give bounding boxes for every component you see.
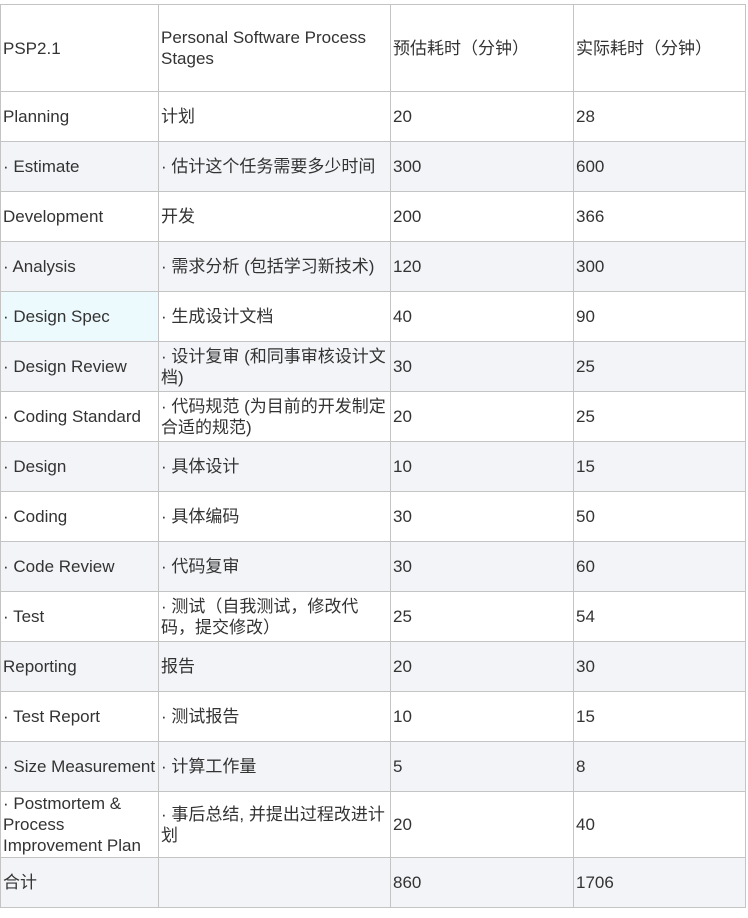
stage-cell: Reporting bbox=[0, 641, 159, 692]
actual-cell: 15 bbox=[573, 691, 746, 742]
estimated-cell: 10 bbox=[390, 441, 574, 492]
table-row: · Postmortem & Process Improvement Plan … bbox=[0, 791, 746, 858]
stage-cell: · Code Review bbox=[0, 541, 159, 592]
stage-desc-cell: · 代码规范 (为目前的开发制定合适的规范) bbox=[158, 391, 391, 442]
stage-cell-selected[interactable]: · Design Spec bbox=[0, 291, 159, 342]
estimated-cell: 20 bbox=[390, 641, 574, 692]
estimated-cell: 25 bbox=[390, 591, 574, 642]
total-desc-cell bbox=[158, 857, 391, 908]
table-row: · Analysis · 需求分析 (包括学习新技术) 120 300 bbox=[0, 241, 746, 292]
estimated-cell: 20 bbox=[390, 91, 574, 142]
header-cell-actual: 实际耗时（分钟） bbox=[573, 4, 746, 92]
actual-cell: 54 bbox=[573, 591, 746, 642]
stage-desc-cell: · 具体设计 bbox=[158, 441, 391, 492]
stage-desc-cell: · 计算工作量 bbox=[158, 741, 391, 792]
actual-cell: 50 bbox=[573, 491, 746, 542]
table-header-row: PSP2.1 Personal Software Process Stages … bbox=[0, 4, 746, 92]
table-row: · Design Review · 设计复审 (和同事审核设计文档) 30 25 bbox=[0, 341, 746, 392]
estimated-cell: 20 bbox=[390, 391, 574, 442]
estimated-cell: 20 bbox=[390, 791, 574, 858]
actual-cell: 25 bbox=[573, 391, 746, 442]
stage-desc-cell: · 具体编码 bbox=[158, 491, 391, 542]
header-cell-estimated: 预估耗时（分钟） bbox=[390, 4, 574, 92]
header-cell-psp: PSP2.1 bbox=[0, 4, 159, 92]
stage-desc-cell: · 需求分析 (包括学习新技术) bbox=[158, 241, 391, 292]
stage-cell: · Size Measurement bbox=[0, 741, 159, 792]
estimated-cell: 10 bbox=[390, 691, 574, 742]
estimated-cell: 30 bbox=[390, 491, 574, 542]
stage-desc-cell: · 估计这个任务需要多少时间 bbox=[158, 141, 391, 192]
table-row: Reporting 报告 20 30 bbox=[0, 641, 746, 692]
table-row: Development 开发 200 366 bbox=[0, 191, 746, 242]
stage-cell: · Test Report bbox=[0, 691, 159, 742]
total-actual-cell: 1706 bbox=[573, 857, 746, 908]
actual-cell: 15 bbox=[573, 441, 746, 492]
actual-cell: 366 bbox=[573, 191, 746, 242]
table-row: · Size Measurement · 计算工作量 5 8 bbox=[0, 741, 746, 792]
stage-cell: · Test bbox=[0, 591, 159, 642]
stage-desc-cell: 报告 bbox=[158, 641, 391, 692]
stage-desc-cell: · 测试报告 bbox=[158, 691, 391, 742]
stage-desc-cell: · 生成设计文档 bbox=[158, 291, 391, 342]
actual-cell: 40 bbox=[573, 791, 746, 858]
actual-cell: 8 bbox=[573, 741, 746, 792]
table-row: · Estimate · 估计这个任务需要多少时间 300 600 bbox=[0, 141, 746, 192]
total-estimated-cell: 860 bbox=[390, 857, 574, 908]
stage-desc-cell: · 代码复审 bbox=[158, 541, 391, 592]
table-total-row: 合计 860 1706 bbox=[0, 857, 746, 908]
estimated-cell: 300 bbox=[390, 141, 574, 192]
stage-desc-cell: 开发 bbox=[158, 191, 391, 242]
stage-cell: Development bbox=[0, 191, 159, 242]
actual-cell: 90 bbox=[573, 291, 746, 342]
stage-cell: · Coding bbox=[0, 491, 159, 542]
estimated-cell: 200 bbox=[390, 191, 574, 242]
estimated-cell: 30 bbox=[390, 341, 574, 392]
table-row: · Design · 具体设计 10 15 bbox=[0, 441, 746, 492]
stage-desc-cell: · 事后总结, 并提出过程改进计划 bbox=[158, 791, 391, 858]
estimated-cell: 120 bbox=[390, 241, 574, 292]
stage-cell: · Design Review bbox=[0, 341, 159, 392]
stage-cell: · Design bbox=[0, 441, 159, 492]
actual-cell: 28 bbox=[573, 91, 746, 142]
psp-table: PSP2.1 Personal Software Process Stages … bbox=[0, 4, 746, 908]
table-row: · Coding · 具体编码 30 50 bbox=[0, 491, 746, 542]
header-cell-stages: Personal Software Process Stages bbox=[158, 4, 391, 92]
table-row: · Test · 测试（自我测试，修改代码，提交修改） 25 54 bbox=[0, 591, 746, 642]
stage-desc-cell: · 测试（自我测试，修改代码，提交修改） bbox=[158, 591, 391, 642]
actual-cell: 600 bbox=[573, 141, 746, 192]
table-row: Planning 计划 20 28 bbox=[0, 91, 746, 142]
table-row: · Code Review · 代码复审 30 60 bbox=[0, 541, 746, 592]
table-row: · Test Report · 测试报告 10 15 bbox=[0, 691, 746, 742]
estimated-cell: 40 bbox=[390, 291, 574, 342]
actual-cell: 30 bbox=[573, 641, 746, 692]
actual-cell: 300 bbox=[573, 241, 746, 292]
actual-cell: 60 bbox=[573, 541, 746, 592]
stage-cell: Planning bbox=[0, 91, 159, 142]
estimated-cell: 5 bbox=[390, 741, 574, 792]
estimated-cell: 30 bbox=[390, 541, 574, 592]
stage-cell: · Coding Standard bbox=[0, 391, 159, 442]
table-row: · Design Spec · 生成设计文档 40 90 bbox=[0, 291, 746, 342]
total-label-cell: 合计 bbox=[0, 857, 159, 908]
actual-cell: 25 bbox=[573, 341, 746, 392]
stage-cell: · Analysis bbox=[0, 241, 159, 292]
table-row: · Coding Standard · 代码规范 (为目前的开发制定合适的规范)… bbox=[0, 391, 746, 442]
stage-desc-cell: 计划 bbox=[158, 91, 391, 142]
stage-desc-cell: · 设计复审 (和同事审核设计文档) bbox=[158, 341, 391, 392]
stage-cell: · Estimate bbox=[0, 141, 159, 192]
stage-cell: · Postmortem & Process Improvement Plan bbox=[0, 791, 159, 858]
